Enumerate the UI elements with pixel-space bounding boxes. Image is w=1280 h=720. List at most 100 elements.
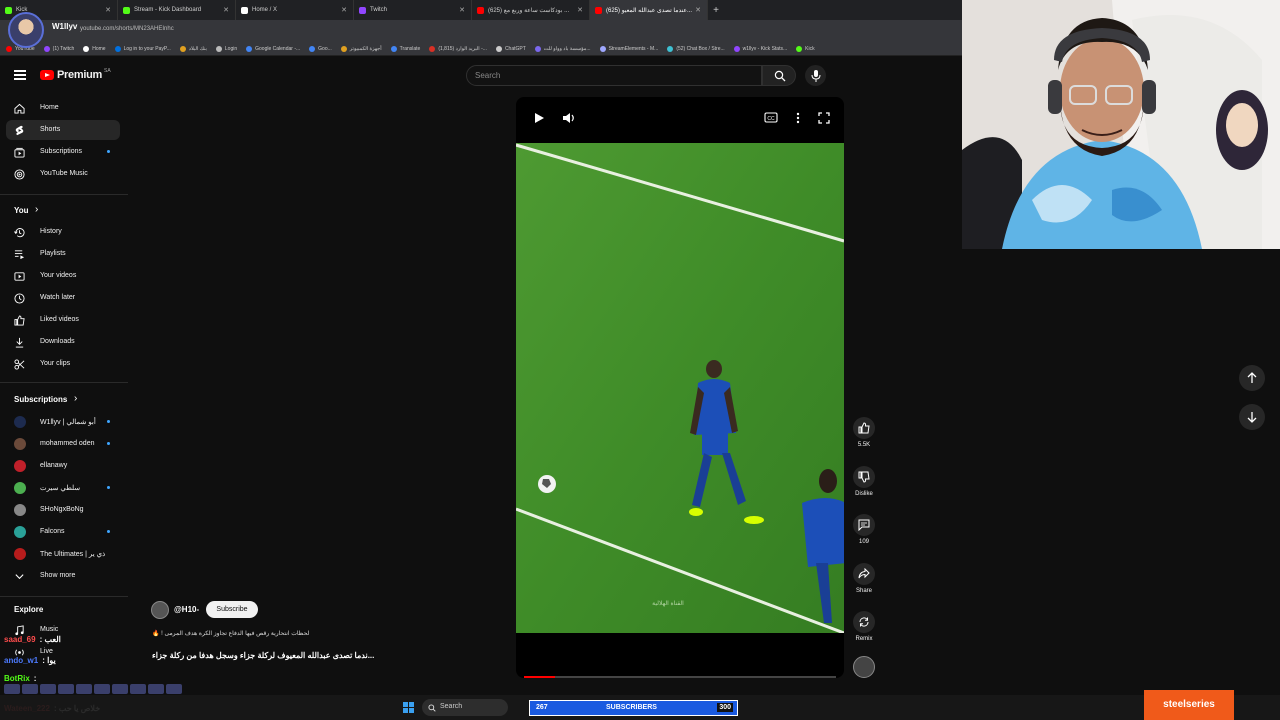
bookmark-item[interactable]: Goo... xyxy=(309,45,332,52)
video-progress-bar[interactable] xyxy=(524,676,836,678)
url-text[interactable]: youtube.com/shorts/MN23AHEInhc xyxy=(80,26,174,32)
sidebar-item[interactable]: Shorts xyxy=(6,120,120,140)
football-scene: القناة الهلالية xyxy=(516,143,844,633)
browser-tab[interactable]: (625) بودكاست ساعة وربع مع ... ✕ xyxy=(472,0,590,20)
sidebar-item[interactable]: سلطي سيرت xyxy=(6,478,120,498)
sidebar-item[interactable]: History xyxy=(6,222,120,242)
sidebar-item[interactable]: mohammed oden xyxy=(6,434,120,454)
remix-button[interactable] xyxy=(853,611,875,633)
sidebar-item[interactable]: Your videos xyxy=(6,266,120,286)
short-video-frame[interactable]: القناة الهلالية xyxy=(516,143,844,633)
bookmark-item[interactable]: StreamElements - M... xyxy=(599,45,658,52)
sidebar-item[interactable]: SHoNgxBoNg xyxy=(6,500,120,520)
like-button[interactable] xyxy=(853,417,875,439)
bookmark-item[interactable]: w1llyv - Kick Stats... xyxy=(733,45,788,52)
sidebar-item[interactable]: Subscriptions xyxy=(6,142,120,162)
voice-search-button[interactable] xyxy=(805,65,826,86)
taskbar-search[interactable]: Search xyxy=(422,699,508,716)
sidebar-item[interactable]: Your clips xyxy=(6,354,120,374)
chat-text: : xyxy=(33,674,37,683)
bookmark-item[interactable]: Log in to your PayP... xyxy=(114,45,171,52)
share-action[interactable]: Share xyxy=(852,563,876,594)
dislike-action[interactable]: Dislike xyxy=(852,466,876,497)
bookmark-item[interactable]: مؤسسة باد وواو للت... xyxy=(534,45,591,52)
browser-tab[interactable]: (625) عندما تصدى عبدالله المعيو... ✕ xyxy=(590,0,708,20)
svg-text:CC: CC xyxy=(767,116,775,122)
volume-icon[interactable] xyxy=(562,112,576,124)
sidebar-item[interactable]: Playlists xyxy=(6,244,120,264)
windows-start-icon[interactable] xyxy=(403,702,414,713)
previous-short-button[interactable] xyxy=(1239,365,1265,391)
share-button[interactable] xyxy=(853,563,875,585)
close-tab-icon[interactable]: ✕ xyxy=(223,6,229,14)
bookmark-item[interactable]: (1) Twitch xyxy=(43,45,74,52)
sound-thumbnail[interactable] xyxy=(853,656,875,678)
channel-avatar[interactable] xyxy=(151,601,169,619)
comments-action[interactable]: 109 xyxy=(852,514,876,545)
emote-icon xyxy=(58,684,74,694)
sidebar-item[interactable]: Home xyxy=(6,98,120,118)
remix-action[interactable]: Remix xyxy=(852,611,876,642)
chevron-down-icon xyxy=(14,571,25,582)
sidebar-section-you[interactable]: You xyxy=(14,206,29,215)
bookmark-favicon-icon xyxy=(215,45,222,52)
bookmark-label: w1llyv - Kick Stats... xyxy=(742,45,788,52)
sidebar-item[interactable]: Watch later xyxy=(6,288,120,308)
sidebar-item[interactable]: ellanawy xyxy=(6,456,120,476)
sidebar-item[interactable]: Falcons xyxy=(6,522,120,542)
next-short-button[interactable] xyxy=(1239,404,1265,430)
bookmark-item[interactable]: ChatGPT xyxy=(495,45,526,52)
share-icon xyxy=(858,568,870,579)
bookmark-favicon-icon xyxy=(599,45,606,52)
sound-action[interactable] xyxy=(852,656,876,678)
new-content-dot xyxy=(107,442,110,445)
emote-icon xyxy=(130,684,146,694)
sidebar-section-subscriptions[interactable]: Subscriptions xyxy=(14,395,67,404)
bookmark-item[interactable]: أجهزة الكمبيوتر xyxy=(340,45,382,52)
like-action[interactable]: 5.5K xyxy=(852,417,876,448)
channel-avatar xyxy=(14,416,26,428)
bookmark-item[interactable]: Kick xyxy=(796,45,815,52)
browser-tab[interactable]: Home / X ✕ xyxy=(236,0,354,20)
channel-handle[interactable]: @H10- xyxy=(174,605,199,614)
new-tab-icon[interactable]: + xyxy=(708,5,724,16)
share-label: Share xyxy=(855,588,872,594)
show-more-button[interactable]: Show more xyxy=(6,566,120,586)
browser-tab[interactable]: Twitch ✕ xyxy=(354,0,472,20)
bookmark-item[interactable]: (52) Chat Box / Stre... xyxy=(667,45,725,52)
address-bar[interactable]: youtube.com/shorts/MN23AHEInhc xyxy=(0,20,962,42)
captions-icon[interactable]: CC xyxy=(764,112,778,123)
close-tab-icon[interactable]: ✕ xyxy=(459,6,465,14)
search-input[interactable]: Search xyxy=(466,65,762,86)
bookmark-item[interactable]: Login xyxy=(215,45,237,52)
dislike-button[interactable] xyxy=(853,466,875,488)
subscribe-button[interactable]: Subscribe xyxy=(206,601,258,618)
sidebar-item-label: ellanawy xyxy=(40,462,68,469)
sidebar-item[interactable]: YouTube Music xyxy=(6,164,120,184)
play-icon[interactable] xyxy=(533,112,545,124)
bookmark-item[interactable]: البريد الوارد (1,815) -... xyxy=(429,45,487,52)
close-tab-icon[interactable]: ✕ xyxy=(341,6,347,14)
sidebar-item[interactable]: W1llyv | أبو شمالي xyxy=(6,412,120,432)
close-tab-icon[interactable]: ✕ xyxy=(577,6,583,14)
comment-icon xyxy=(858,519,870,531)
comments-button[interactable] xyxy=(853,514,875,536)
close-tab-icon[interactable]: ✕ xyxy=(695,6,701,14)
browser-tab[interactable]: Stream - Kick Dashboard ✕ xyxy=(118,0,236,20)
bookmark-label: مؤسسة باد وواو للت... xyxy=(543,45,591,52)
bookmark-item[interactable]: Google Calendar -... xyxy=(246,45,300,52)
youtube-premium-logo[interactable]: Premium SA xyxy=(40,68,111,81)
fullscreen-icon[interactable] xyxy=(818,112,830,124)
bookmark-label: Log in to your PayP... xyxy=(123,45,171,52)
thumbs-up-icon xyxy=(858,422,870,434)
hamburger-menu-icon[interactable] xyxy=(14,70,26,80)
sidebar-item[interactable]: Downloads xyxy=(6,332,120,352)
bookmark-item[interactable]: Translate xyxy=(390,45,420,52)
more-options-icon[interactable] xyxy=(796,112,800,124)
close-tab-icon[interactable]: ✕ xyxy=(105,6,111,14)
search-button[interactable] xyxy=(762,65,796,86)
bookmark-item[interactable]: بنك البلاد xyxy=(179,45,207,52)
sidebar-item[interactable]: The Ultimates | ذي ير xyxy=(6,544,120,564)
sidebar-item[interactable]: Liked videos xyxy=(6,310,120,330)
bookmark-item[interactable]: Home xyxy=(83,45,106,52)
